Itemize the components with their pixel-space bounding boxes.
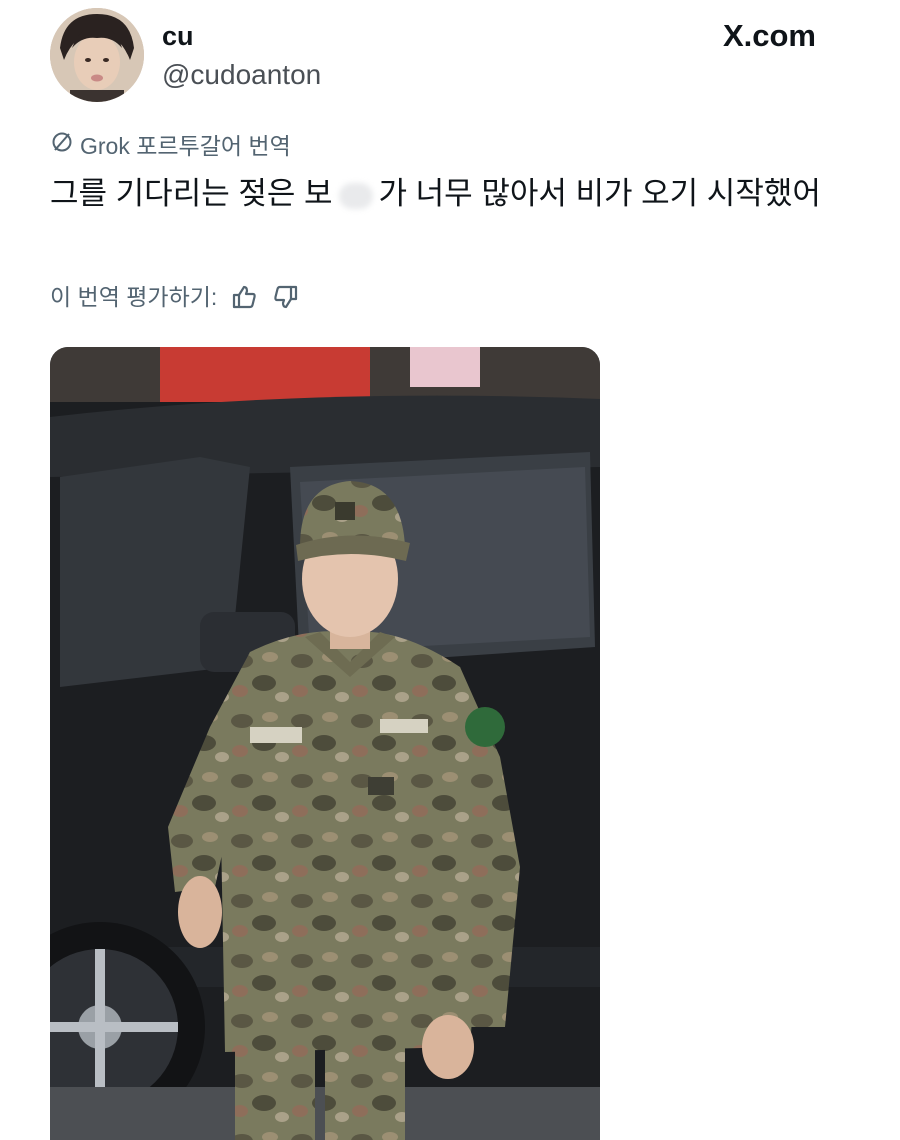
post-text: 그를 기다리는 젖은 보 가 너무 많아서 비가 오기 시작했어 [50,173,850,215]
rate-translation-row: 이 번역 평가하기: [50,282,301,312]
post-text-part-2: 가 너무 많아서 비가 오기 시작했어 [378,176,821,211]
avatar[interactable] [50,8,144,102]
thumbs-down-icon[interactable] [271,282,301,312]
post-media-photo[interactable] [50,347,600,1140]
x-brand-logo: X.com [722,18,816,53]
display-name[interactable]: cu [162,20,194,52]
translation-notice: Grok 포르투갈어 번역 [50,130,291,161]
no-translate-icon [50,130,74,161]
censor-blur [338,182,373,209]
post-text-part-1: 그를 기다리는 젖은 보 [50,176,333,211]
user-handle[interactable]: @cudoanton [162,58,321,92]
thumbs-up-icon[interactable] [229,282,259,312]
translation-label: Grok 포르투갈어 번역 [80,132,291,159]
rate-label: 이 번역 평가하기: [50,284,218,310]
